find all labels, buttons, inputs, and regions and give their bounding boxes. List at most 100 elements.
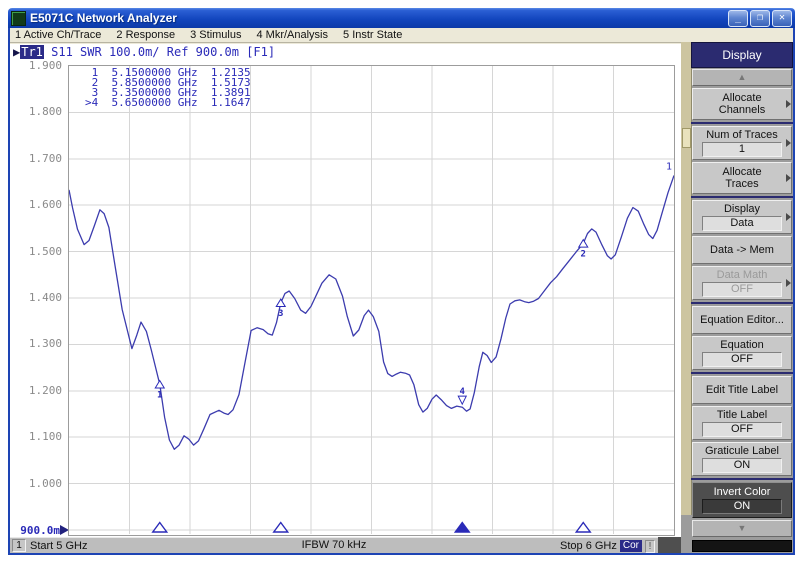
y-axis-label: 1.800 — [10, 105, 62, 118]
submenu-arrow-icon — [786, 100, 791, 108]
menu-item-4[interactable]: 4 Mkr/Analysis — [256, 29, 328, 41]
menu-bar: 1 Active Ch/Trace 2 Response 3 Stimulus 4 M… — [10, 28, 793, 43]
softkey-panel: Display ▲ AllocateChannelsNum of Traces1… — [681, 42, 793, 553]
svg-text:2: 2 — [581, 250, 586, 260]
stimulus-marker-2[interactable] — [576, 523, 590, 533]
stimulus-marker-3[interactable] — [274, 523, 288, 533]
softkey-value: Data — [702, 216, 782, 231]
window-body: 1 Active Ch/Trace 2 Response 3 Stimulus 4 M… — [8, 28, 795, 555]
softkey-label: Allocate — [722, 92, 761, 104]
softkey-label: Num of Traces — [706, 129, 778, 141]
softkey-data-math[interactable]: Data MathOFF — [692, 266, 792, 300]
trace-badge: Tr1 — [20, 45, 44, 59]
softkey-value: ON — [702, 458, 782, 473]
trace-status-line: ▶Tr1 S11 SWR 100.0m/ Ref 900.0m [F1] — [13, 45, 275, 59]
marker-symbol-2: 2 — [579, 240, 588, 260]
plot-grid — [69, 66, 674, 534]
window-title: E5071C Network Analyzer — [30, 11, 726, 25]
swr-chart: 1 1 2 3 4 — [69, 66, 674, 535]
minimize-button[interactable]: _ — [728, 10, 748, 27]
softkey-value: OFF — [702, 352, 782, 367]
restore-button[interactable]: ❐ — [750, 10, 770, 27]
status-bar-left: 1 Start 5 GHz IFBW 70 kHz Stop 6 GHz Cor… — [10, 537, 658, 553]
y-axis-label: 1.100 — [10, 430, 62, 443]
softkey-menu-title: Display — [691, 42, 793, 68]
trace-number-label: 1 — [666, 162, 672, 173]
menu-item-5[interactable]: 5 Instr State — [343, 29, 402, 41]
close-button[interactable]: ✕ — [772, 10, 792, 27]
menu-item-1[interactable]: 1 Active Ch/Trace — [15, 29, 101, 41]
y-axis-label: 1.600 — [10, 198, 62, 211]
submenu-arrow-icon — [786, 279, 791, 287]
softkey-value: OFF — [702, 422, 782, 437]
svg-text:1: 1 — [157, 391, 162, 401]
softkey-label: Data Math — [717, 269, 768, 281]
softkey-scroll-down[interactable]: ▼ — [692, 520, 792, 537]
stimulus-marker-4[interactable] — [455, 523, 469, 533]
softkey-label: Equation — [720, 339, 763, 351]
submenu-arrow-icon — [786, 174, 791, 182]
stimulus-marker-1[interactable] — [153, 523, 167, 533]
softkey-label: Traces — [725, 178, 758, 190]
desktop: E5071C Network Analyzer _ ❐ ✕ 1 Active C… — [0, 0, 800, 567]
status-bar-right-group: Stop 6 GHz Cor ! — [560, 538, 655, 554]
y-axis-label: 1.300 — [10, 337, 62, 350]
softkey-label: Equation Editor... — [700, 314, 784, 326]
submenu-arrow-icon — [786, 213, 791, 221]
menu-item-3[interactable]: 3 Stimulus — [190, 29, 241, 41]
marker-readout-row: >4 5.6500000 GHz 1.1647 — [85, 98, 251, 108]
window-titlebar[interactable]: E5071C Network Analyzer _ ❐ ✕ — [8, 8, 795, 28]
softkey-label: Title Label — [717, 409, 767, 421]
softkey-title-label[interactable]: Title LabelOFF — [692, 406, 792, 440]
y-axis-label: 1.900 — [10, 59, 62, 72]
softkey-label: Edit Title Label — [706, 384, 778, 396]
softkey-allocate-traces[interactable]: AllocateTraces — [692, 162, 792, 194]
softkey-scrollbar-thumb[interactable] — [682, 128, 691, 148]
softkey-value: 1 — [702, 142, 782, 157]
y-axis-label: 1.400 — [10, 291, 62, 304]
status-bar: 1 Start 5 GHz IFBW 70 kHz Stop 6 GHz Cor… — [10, 537, 793, 553]
softkey-list: AllocateChannelsNum of Traces1AllocateTr… — [691, 87, 793, 519]
marker-symbol-3: 3 — [276, 299, 285, 319]
plot-area: 1 1 2 3 4 — [68, 65, 675, 536]
softkey-data-mem[interactable]: Data -> Mem — [692, 236, 792, 264]
marker-symbol-4: 4 — [458, 387, 466, 404]
analyzer-window: E5071C Network Analyzer _ ❐ ✕ 1 Active C… — [8, 8, 795, 555]
scroll-up-icon: ▲ — [738, 73, 747, 82]
marker-readout: 1 5.1500000 GHz 1.2135 2 5.8500000 GHz 1… — [85, 68, 251, 108]
y-axis-label: 1.700 — [10, 152, 62, 165]
softkey-edit-title-label[interactable]: Edit Title Label — [692, 376, 792, 404]
softkey-value: OFF — [702, 282, 782, 297]
app-icon — [11, 11, 26, 26]
scroll-down-icon: ▼ — [738, 524, 747, 533]
softkey-num-of-traces[interactable]: Num of Traces1 — [692, 126, 792, 160]
softkey-column: Display ▲ AllocateChannelsNum of Traces1… — [691, 42, 793, 553]
softkey-footer — [692, 540, 792, 552]
softkey-invert-color[interactable]: Invert ColorON — [692, 482, 792, 518]
softkey-label: Data -> Mem — [710, 244, 774, 256]
svg-text:4: 4 — [460, 387, 466, 397]
y-axis-label: 1.200 — [10, 384, 62, 397]
softkey-label: Channels — [719, 104, 765, 116]
cor-badge: Cor — [620, 540, 642, 552]
softkey-equation[interactable]: EquationOFF — [692, 336, 792, 370]
trace-settings: S11 SWR 100.0m/ Ref 900.0m [F1] — [44, 45, 275, 59]
softkey-scroll-up[interactable]: ▲ — [692, 69, 792, 86]
softkey-value: ON — [702, 499, 782, 514]
y-axis-label: 1.500 — [10, 245, 62, 258]
softkey-equation-editor[interactable]: Equation Editor... — [692, 306, 792, 334]
instrument-screen: ▶Tr1 S11 SWR 100.0m/ Ref 900.0m [F1] 1.9… — [10, 44, 683, 537]
softkey-label: Display — [724, 203, 760, 215]
softkey-label: Allocate — [722, 166, 761, 178]
stop-frequency: Stop 6 GHz — [560, 540, 617, 552]
svg-text:3: 3 — [278, 309, 283, 319]
status-extra: ! — [645, 540, 655, 553]
softkey-label: Invert Color — [714, 486, 771, 498]
softkey-label: Graticule Label — [705, 445, 779, 457]
menu-item-2[interactable]: 2 Response — [116, 29, 175, 41]
submenu-arrow-icon — [786, 139, 791, 147]
softkey-display[interactable]: DisplayData — [692, 200, 792, 234]
softkey-graticule-label[interactable]: Graticule LabelON — [692, 442, 792, 476]
softkey-allocate-channels[interactable]: AllocateChannels — [692, 88, 792, 120]
y-axis-ref-label: 900.0m — [10, 524, 60, 537]
